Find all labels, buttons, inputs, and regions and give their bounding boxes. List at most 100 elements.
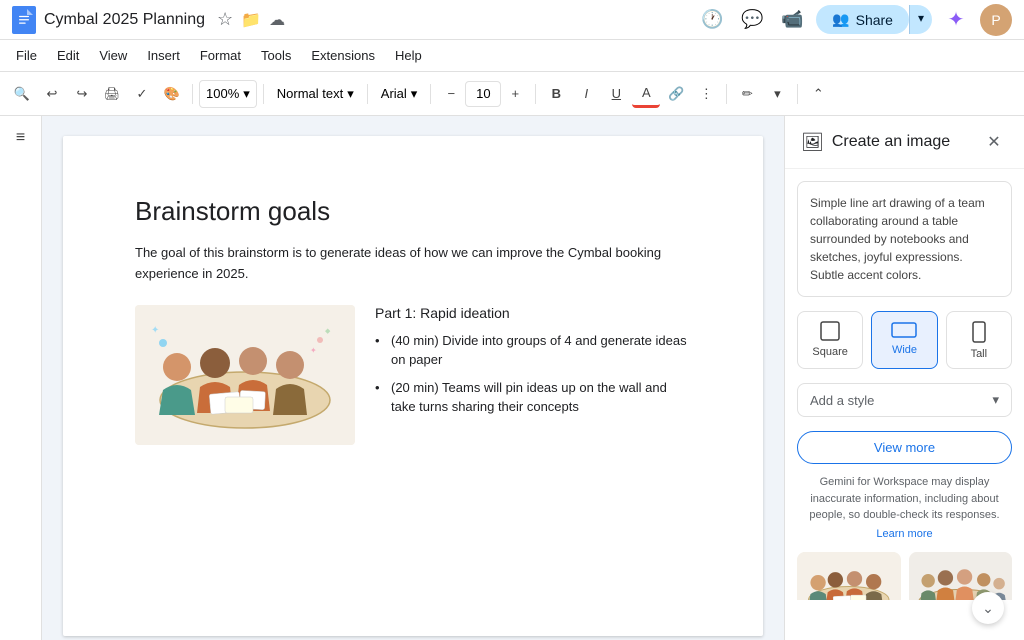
zoom-value: 100% bbox=[206, 86, 239, 101]
aspect-wide-button[interactable]: Wide bbox=[871, 311, 937, 369]
menu-format[interactable]: Format bbox=[192, 44, 249, 67]
panel-body: Simple line art drawing of a team collab… bbox=[785, 169, 1024, 600]
svg-text:✦: ✦ bbox=[310, 346, 317, 355]
user-avatar[interactable]: P bbox=[980, 4, 1012, 36]
title-actions: ☆ 📁 ☁ bbox=[217, 9, 285, 30]
share-caret[interactable]: ▾ bbox=[909, 5, 932, 34]
document-area: Brainstorm goals The goal of this brains… bbox=[42, 116, 784, 640]
title-bar: Cymbal 2025 Planning ☆ 📁 ☁ 🕐 💬 📹 👥 Share… bbox=[0, 0, 1024, 40]
content-row: ✦ ✦ ◆ Part 1: Rapid ideation (40 min) Di… bbox=[135, 305, 691, 445]
aspect-square-label: Square bbox=[812, 346, 847, 358]
learn-more-link[interactable]: Learn more bbox=[797, 528, 1012, 540]
folder-icon[interactable]: 📁 bbox=[241, 10, 261, 30]
font-value: Arial bbox=[381, 86, 407, 101]
prompt-text: Simple line art drawing of a team collab… bbox=[810, 196, 985, 282]
menu-extensions[interactable]: Extensions bbox=[303, 44, 383, 67]
team-image: ✦ ✦ ◆ bbox=[135, 305, 355, 445]
generated-image-1[interactable] bbox=[797, 552, 901, 601]
redo-button[interactable]: ↪ bbox=[68, 80, 96, 108]
menu-tools[interactable]: Tools bbox=[253, 44, 299, 67]
sep4 bbox=[430, 84, 431, 104]
sep7 bbox=[797, 84, 798, 104]
sidebar-gutter: ≡ bbox=[0, 116, 42, 640]
scroll-to-bottom-button[interactable]: ⌄ bbox=[972, 592, 1004, 624]
share-button[interactable]: 👥 Share bbox=[816, 5, 909, 34]
document-title: Cymbal 2025 Planning bbox=[44, 11, 205, 29]
wide-aspect-icon bbox=[890, 320, 918, 340]
link-button[interactable]: 🔗 bbox=[662, 80, 690, 108]
spellcheck-button[interactable]: ✓ bbox=[128, 80, 156, 108]
pen-caret[interactable]: ▾ bbox=[763, 80, 791, 108]
share-icon: 👥 bbox=[832, 11, 849, 28]
sep2 bbox=[263, 84, 264, 104]
style-value: Normal text bbox=[277, 86, 343, 101]
image-panel-icon: 🖼 bbox=[801, 132, 824, 153]
style-selector[interactable]: Add a style ▾ bbox=[797, 383, 1012, 417]
square-aspect-icon bbox=[819, 320, 841, 342]
search-toolbar-btn[interactable]: 🔍 bbox=[8, 80, 36, 108]
history-button[interactable]: 🕐 bbox=[696, 4, 728, 36]
style-caret: ▾ bbox=[347, 86, 354, 102]
zoom-caret: ▾ bbox=[243, 86, 250, 102]
comments-button[interactable]: 💬 bbox=[736, 4, 768, 36]
menu-help[interactable]: Help bbox=[387, 44, 430, 67]
toolbar: 🔍 ↩ ↪ 🖨 ✓ 🎨 100% ▾ Normal text ▾ Arial ▾… bbox=[0, 72, 1024, 116]
menu-bar: File Edit View Insert Format Tools Exten… bbox=[0, 40, 1024, 72]
panel-title-container: 🖼 Create an image bbox=[801, 132, 950, 153]
menu-file[interactable]: File bbox=[8, 44, 45, 67]
brainstorm-title: Brainstorm goals bbox=[135, 196, 691, 227]
more-button[interactable]: ⋮ bbox=[692, 80, 720, 108]
paint-format-button[interactable]: 🎨 bbox=[158, 80, 186, 108]
font-size-value[interactable]: 10 bbox=[465, 81, 501, 107]
generated-image-2[interactable] bbox=[909, 552, 1013, 601]
star-icon[interactable]: ☆ bbox=[217, 9, 233, 30]
close-panel-button[interactable]: ✕ bbox=[980, 128, 1008, 156]
pen-button[interactable]: ✏ bbox=[733, 80, 761, 108]
style-selector-label: Add a style bbox=[810, 393, 874, 408]
menu-view[interactable]: View bbox=[91, 44, 135, 67]
font-dropdown[interactable]: Arial ▾ bbox=[374, 80, 425, 108]
italic-button[interactable]: I bbox=[572, 80, 600, 108]
aspect-tall-button[interactable]: Tall bbox=[946, 311, 1012, 369]
generated-images-grid bbox=[797, 552, 1012, 601]
style-dropdown[interactable]: Normal text ▾ bbox=[270, 80, 361, 108]
outline-toggle[interactable]: ≡ bbox=[7, 124, 35, 152]
font-caret: ▾ bbox=[411, 86, 418, 102]
underline-button[interactable]: U bbox=[602, 80, 630, 108]
undo-button[interactable]: ↩ bbox=[38, 80, 66, 108]
bold-button[interactable]: B bbox=[542, 80, 570, 108]
text-color-button[interactable]: A bbox=[632, 80, 660, 108]
print-button[interactable]: 🖨 bbox=[98, 80, 126, 108]
gemini-button[interactable]: ✦ bbox=[940, 4, 972, 36]
menu-insert[interactable]: Insert bbox=[139, 44, 188, 67]
style-dropdown-caret: ▾ bbox=[992, 392, 999, 408]
bullet-item-2: (20 min) Teams will pin ideas up on the … bbox=[375, 378, 691, 417]
disclaimer-text: Gemini for Workspace may display inaccur… bbox=[797, 474, 1012, 524]
intro-text[interactable]: The goal of this brainstorm is to genera… bbox=[135, 243, 691, 285]
title-bar-right: 🕐 💬 📹 👥 Share ▾ ✦ P bbox=[696, 4, 1012, 36]
svg-text:◆: ◆ bbox=[325, 328, 331, 335]
collapse-toolbar-btn[interactable]: ⌃ bbox=[804, 80, 832, 108]
panel-header: 🖼 Create an image ✕ bbox=[785, 116, 1024, 169]
zoom-dropdown[interactable]: 100% ▾ bbox=[199, 80, 257, 108]
document-page: Brainstorm goals The goal of this brains… bbox=[63, 136, 763, 636]
bullet-item-1: (40 min) Divide into groups of 4 and gen… bbox=[375, 331, 691, 370]
aspect-tall-label: Tall bbox=[971, 348, 988, 360]
share-label: Share bbox=[856, 12, 893, 28]
prompt-box[interactable]: Simple line art drawing of a team collab… bbox=[797, 181, 1012, 297]
view-more-button[interactable]: View more bbox=[797, 431, 1012, 464]
video-button[interactable]: 📹 bbox=[776, 4, 808, 36]
aspect-wide-label: Wide bbox=[892, 344, 917, 356]
content-right: Part 1: Rapid ideation (40 min) Divide i… bbox=[375, 305, 691, 445]
sep6 bbox=[726, 84, 727, 104]
svg-text:✦: ✦ bbox=[151, 325, 159, 336]
section-title: Part 1: Rapid ideation bbox=[375, 305, 691, 321]
main-layout: ≡ Brainstorm goals The goal of this brai… bbox=[0, 116, 1024, 640]
menu-edit[interactable]: Edit bbox=[49, 44, 87, 67]
team-svg: ✦ ✦ ◆ bbox=[135, 305, 355, 445]
cloud-icon[interactable]: ☁ bbox=[269, 10, 285, 30]
font-size-decrease[interactable]: − bbox=[437, 80, 465, 108]
aspect-square-button[interactable]: Square bbox=[797, 311, 863, 369]
font-size-increase[interactable]: + bbox=[501, 80, 529, 108]
panel-title-text: Create an image bbox=[832, 133, 950, 151]
